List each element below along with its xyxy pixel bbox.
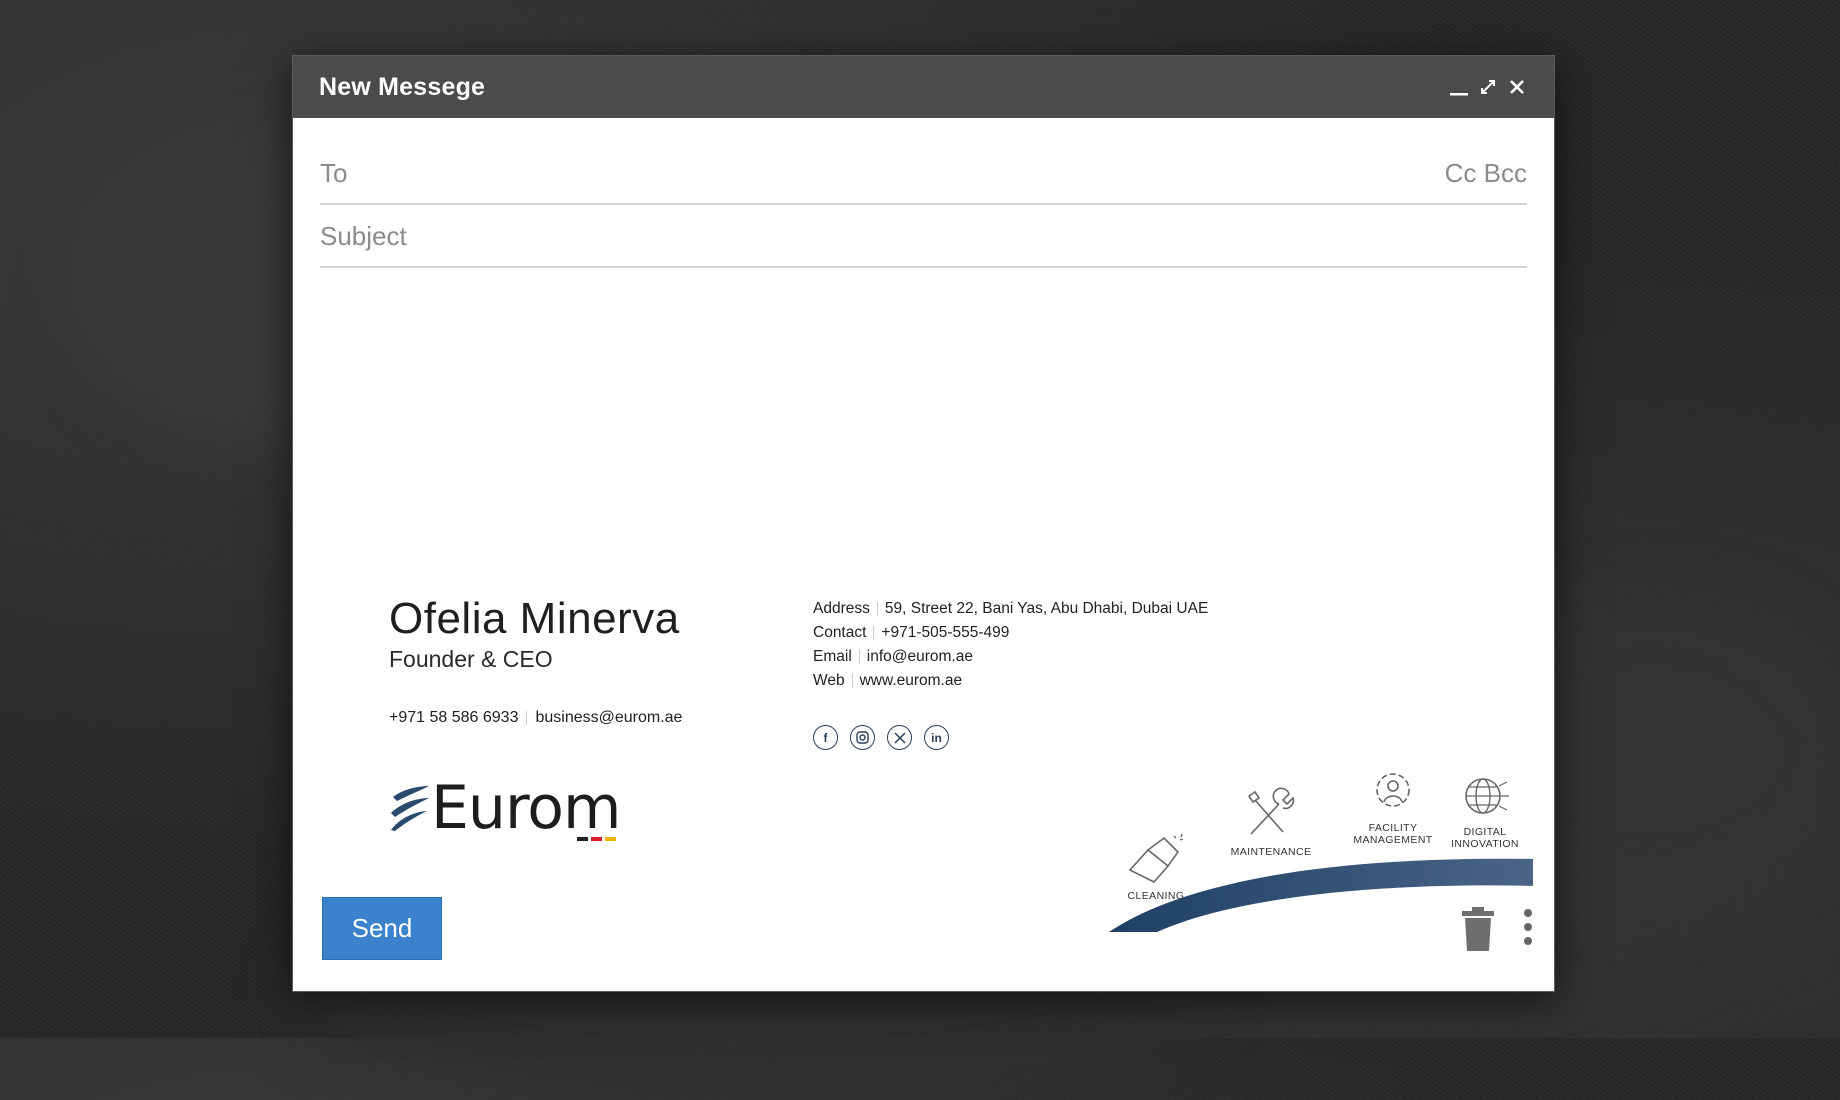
- social-links: f in: [813, 725, 949, 750]
- contact-label: Email: [813, 648, 852, 665]
- contact-row-email: Email info@eurom.ae: [813, 645, 1208, 669]
- more-options-icon[interactable]: [1524, 909, 1532, 945]
- service-label: DIGITAL: [1463, 826, 1507, 838]
- subject-row: [320, 206, 1527, 268]
- bcc-link[interactable]: Bcc: [1484, 158, 1527, 188]
- signature-role: Founder & CEO: [389, 646, 553, 672]
- service-digital: DIGITAL INNOVATION: [1430, 772, 1540, 850]
- globe-network-icon: [1465, 778, 1509, 814]
- subject-input[interactable]: [320, 220, 1527, 252]
- logo-text: Eurom: [431, 773, 621, 843]
- divider: [873, 626, 875, 640]
- signature-contact-block: Address 59, Street 22, Bani Yas, Abu Dha…: [813, 597, 1208, 693]
- contact-row-address: Address 59, Street 22, Bani Yas, Abu Dha…: [813, 597, 1208, 621]
- contact-label: Contact: [813, 624, 867, 641]
- signature-contact-line: +971 58 586 6933 business@eurom.ae: [389, 709, 682, 727]
- cleaning-icon: [1128, 833, 1184, 883]
- compose-titlebar: New Messege: [293, 56, 1554, 118]
- divider: [876, 602, 878, 616]
- expand-icon[interactable]: [1477, 76, 1499, 98]
- logo-mark-icon: [391, 786, 429, 831]
- window-title: New Messege: [319, 72, 486, 101]
- signature-name: Ofelia Minerva: [389, 594, 680, 643]
- services-graphic: CLEANING MAINTENANCE FACILITY MANAGEMENT: [1053, 706, 1533, 946]
- to-row: Cc Bcc: [320, 143, 1527, 205]
- service-maintenance: MAINTENANCE: [1216, 786, 1326, 858]
- minimize-icon[interactable]: [1448, 76, 1470, 98]
- eurom-logo: Eurom: [389, 773, 621, 843]
- contact-value: +971-505-555-499: [881, 624, 1010, 641]
- cc-bcc: Cc Bcc: [1445, 158, 1527, 189]
- instagram-icon[interactable]: [850, 725, 875, 750]
- compose-window: New Messege Cc Bcc Ofelia Minerva Founde…: [292, 55, 1555, 992]
- service-cleaning: CLEANING: [1111, 830, 1201, 902]
- wrench-icon: [1247, 787, 1295, 835]
- contact-row-web: Web www.eurom.ae: [813, 669, 1208, 693]
- send-button[interactable]: Send: [322, 897, 442, 960]
- cc-link[interactable]: Cc: [1445, 158, 1477, 188]
- message-body[interactable]: [320, 271, 1527, 571]
- facebook-icon[interactable]: f: [813, 725, 838, 750]
- contact-value[interactable]: info@eurom.ae: [867, 645, 973, 669]
- divider: [526, 711, 528, 725]
- service-label: CLEANING: [1127, 890, 1185, 902]
- trash-icon[interactable]: [1462, 907, 1494, 956]
- to-input[interactable]: [320, 157, 1445, 189]
- x-twitter-icon[interactable]: [887, 725, 912, 750]
- signature-phone: +971 58 586 6933: [389, 709, 519, 726]
- gear-person-icon: [1376, 773, 1410, 807]
- logo-wordmark: Eurom: [431, 773, 621, 843]
- signature-email[interactable]: business@eurom.ae: [535, 709, 682, 727]
- contact-label: Web: [813, 672, 845, 689]
- divider: [858, 650, 860, 664]
- contact-value: 59, Street 22, Bani Yas, Abu Dhabi, Duba…: [884, 600, 1209, 617]
- linkedin-icon[interactable]: in: [924, 725, 949, 750]
- contact-row-phone: Contact +971-505-555-499: [813, 621, 1208, 645]
- close-icon[interactable]: [1506, 76, 1528, 98]
- divider: [851, 674, 853, 688]
- service-label: MAINTENANCE: [1230, 846, 1312, 858]
- contact-label: Address: [813, 600, 870, 617]
- contact-value[interactable]: www.eurom.ae: [860, 669, 963, 693]
- service-label: INNOVATION: [1451, 838, 1519, 850]
- logo-flag-dots: [577, 837, 617, 841]
